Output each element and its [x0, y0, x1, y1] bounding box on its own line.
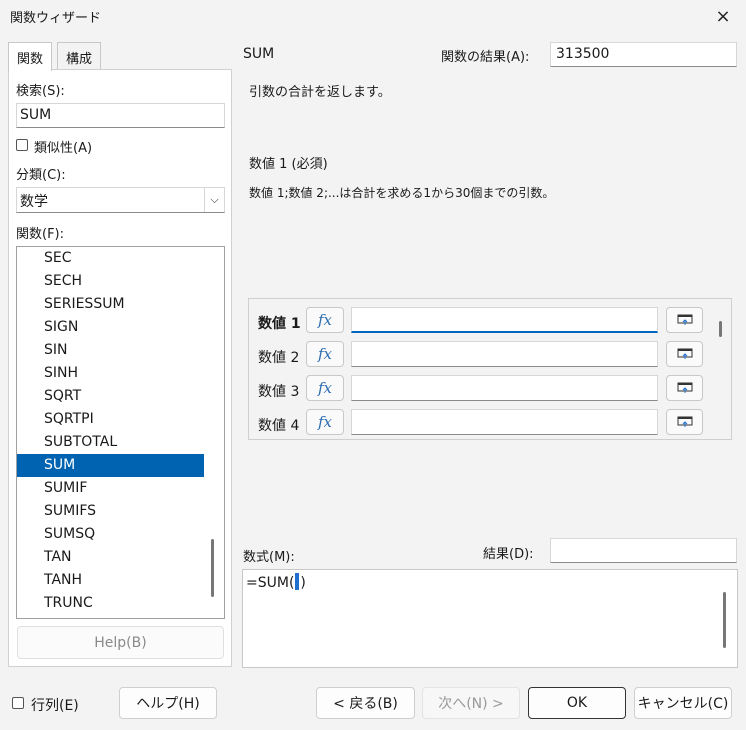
- formula-label: 数式(M):: [243, 550, 295, 565]
- list-item[interactable]: SUMIFS: [17, 500, 204, 523]
- formula-editor[interactable]: =SUM(): [242, 569, 738, 668]
- param-description: 数値 1;数値 2;...は合計を求める1から30個までの引数。: [249, 186, 555, 200]
- list-item[interactable]: SUMSQ: [17, 523, 204, 546]
- arg-label-4: 数値 4: [258, 418, 300, 434]
- function-name: SUM: [243, 46, 275, 62]
- search-input-value: SUM: [20, 107, 52, 123]
- function-result-field: 313500: [550, 42, 737, 67]
- next-button: 次へ(N) >: [422, 687, 520, 719]
- arg-input-2[interactable]: [351, 341, 658, 367]
- help-button-label: ヘルプ(H): [136, 696, 200, 712]
- param-title: 数値 1 (必須): [249, 157, 328, 172]
- similar-checkbox[interactable]: [16, 139, 28, 151]
- list-item[interactable]: SEC: [17, 247, 204, 270]
- title-bar: 関数ウィザード ×: [0, 0, 746, 32]
- list-item[interactable]: TANH: [17, 569, 204, 592]
- arguments-scrollbar[interactable]: [719, 321, 722, 337]
- cancel-button-label: キャンセル(C): [637, 696, 729, 712]
- fx-icon[interactable]: fx: [306, 341, 344, 367]
- list-item[interactable]: SIGN: [17, 316, 204, 339]
- shrink-icon[interactable]: [666, 375, 703, 401]
- back-button[interactable]: < 戻る(B): [316, 687, 415, 719]
- shrink-icon[interactable]: [666, 307, 703, 333]
- category-select[interactable]: 数学 ⌵: [16, 187, 225, 213]
- list-item[interactable]: SUMIF: [17, 477, 204, 500]
- fx-icon[interactable]: fx: [306, 307, 344, 333]
- list-item[interactable]: SINH: [17, 362, 204, 385]
- arg-input-1[interactable]: [351, 307, 658, 333]
- back-button-label: < 戻る(B): [333, 696, 398, 712]
- functions-label: 関数(F):: [16, 227, 65, 242]
- result-label: 結果(D):: [483, 547, 534, 562]
- help-b-button: Help(B): [17, 626, 224, 659]
- similar-label: 類似性(A): [34, 141, 93, 156]
- search-input[interactable]: SUM: [16, 103, 225, 128]
- list-item[interactable]: SERIESSUM: [17, 293, 204, 316]
- arg-label-2: 数値 2: [258, 350, 300, 366]
- list-item[interactable]: SUBTOTAL: [17, 431, 204, 454]
- help-b-label: Help(B): [94, 634, 147, 651]
- arg-label-1: 数値 1: [258, 316, 301, 332]
- search-label: 検索(S):: [16, 84, 65, 99]
- formula-before: =SUM(: [246, 575, 295, 591]
- function-result-value: 313500: [556, 46, 610, 62]
- function-result-label: 関数の結果(A):: [441, 50, 530, 65]
- window-title: 関数ウィザード: [10, 11, 102, 26]
- arg-input-4[interactable]: [351, 409, 658, 435]
- arg-label-3: 数値 3: [258, 384, 300, 400]
- formula-after: ): [300, 575, 306, 591]
- list-item[interactable]: SIN: [17, 339, 204, 362]
- tab-structure[interactable]: 構成: [57, 42, 102, 70]
- text-cursor: [295, 573, 300, 590]
- arguments-panel: 数値 1 fx 数値 2 fx 数値 3 fx 数値 4 fx: [248, 298, 732, 440]
- shrink-icon[interactable]: [666, 409, 703, 435]
- help-button[interactable]: ヘルプ(H): [119, 687, 217, 719]
- function-wizard-dialog: 関数ウィザード × 関数 構成 検索(S): SUM 類似性(A) 分類(C):…: [0, 0, 746, 730]
- formula-text: =SUM(): [246, 573, 306, 591]
- category-value: 数学: [20, 194, 48, 210]
- array-label: 行列(E): [31, 698, 79, 714]
- next-button-label: 次へ(N) >: [438, 696, 504, 712]
- list-item[interactable]: TRUNC: [17, 592, 204, 615]
- list-item-selected[interactable]: SUM: [17, 454, 204, 477]
- shrink-icon[interactable]: [666, 341, 703, 367]
- tab-functions[interactable]: 関数: [8, 42, 53, 71]
- tab-functions-label: 関数: [17, 52, 44, 67]
- cancel-button[interactable]: キャンセル(C): [634, 687, 732, 719]
- array-checkbox[interactable]: [12, 697, 24, 709]
- list-item[interactable]: SQRTPI: [17, 408, 204, 431]
- fx-icon[interactable]: fx: [306, 409, 344, 435]
- list-item[interactable]: TAN: [17, 546, 204, 569]
- arg-input-3[interactable]: [351, 375, 658, 401]
- close-icon[interactable]: ×: [700, 0, 746, 32]
- list-scrollbar[interactable]: [211, 539, 214, 597]
- list-item[interactable]: SECH: [17, 270, 204, 293]
- fx-icon[interactable]: fx: [306, 375, 344, 401]
- function-description: 引数の合計を返します。: [249, 85, 391, 100]
- result-field: [550, 538, 737, 563]
- ok-button[interactable]: OK: [528, 687, 626, 719]
- list-item[interactable]: SQRT: [17, 385, 204, 408]
- tab-structure-label: 構成: [66, 52, 93, 67]
- category-label: 分類(C):: [16, 168, 66, 183]
- ok-button-label: OK: [566, 695, 588, 711]
- formula-scrollbar[interactable]: [723, 592, 726, 648]
- chevron-down-icon[interactable]: ⌵: [204, 188, 224, 212]
- functions-list[interactable]: SEC SECH SERIESSUM SIGN SIN SINH SQRT SQ…: [16, 246, 225, 619]
